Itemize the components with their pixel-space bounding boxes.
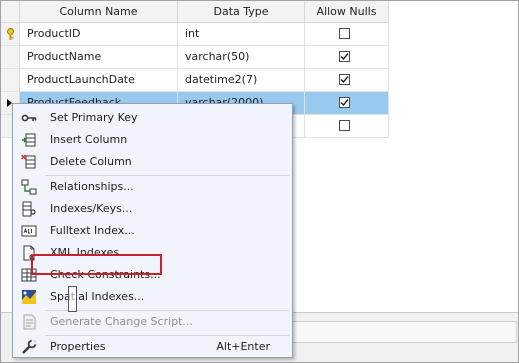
menu-item-shortcut: Alt+Enter [216,340,270,353]
menu-item-set-primary-key[interactable]: Set Primary Key [15,107,290,129]
text-cursor-icon [68,286,77,312]
menu-item-label: Insert Column [50,133,128,146]
header-column-name[interactable]: Column Name [20,1,178,23]
menu-item-label: Generate Change Script... [50,315,193,328]
data-type-cell[interactable]: datetime2(7) [178,69,305,92]
grid-header: Column Name Data Type Allow Nulls [1,1,389,23]
allow-nulls-cell [305,46,389,69]
table-row[interactable]: ProductID int [1,23,389,46]
menu-item-label: Spatial Indexes... [50,290,145,303]
allow-nulls-checkbox[interactable] [339,74,350,85]
primary-key-icon [7,28,14,40]
column-name-cell[interactable]: ProductID [20,23,178,46]
context-menu: Set Primary Key Insert Column Delete Col… [12,103,293,358]
row-selector[interactable] [1,69,20,92]
menu-item-relationships[interactable]: Relationships... [15,176,290,198]
relationships-icon [21,179,37,195]
menu-item-properties[interactable]: Properties Alt+Enter [15,336,290,358]
menu-item-spatial-indexes[interactable]: Spatial Indexes... [15,286,290,308]
check-icon [340,76,349,84]
table-row[interactable]: ProductLaunchDate datetime2(7) [1,69,389,92]
spatial-indexes-icon [22,290,36,304]
allow-nulls-cell [305,115,389,138]
check-icon [340,53,349,61]
header-data-type[interactable]: Data Type [178,1,305,23]
row-selector[interactable] [1,46,20,69]
header-allow-nulls[interactable]: Allow Nulls [305,1,389,23]
menu-item-generate-change-script: Generate Change Script... [15,311,290,333]
menu-item-label: Relationships... [50,180,134,193]
data-type-cell[interactable]: varchar(50) [178,46,305,69]
row-selector[interactable] [1,23,20,46]
column-name-cell[interactable]: ProductName [20,46,178,69]
menu-item-label: Properties [50,340,106,353]
key-icon [21,114,37,122]
allow-nulls-checkbox[interactable] [339,97,350,108]
fulltext-index-icon [21,225,37,237]
allow-nulls-checkbox[interactable] [339,120,350,131]
column-name-cell[interactable]: ProductLaunchDate [20,69,178,92]
menu-item-indexes-keys[interactable]: Indexes/Keys... [15,198,290,220]
menu-item-delete-column[interactable]: Delete Column [15,151,290,173]
menu-item-label: Fulltext Index... [50,224,135,237]
menu-item-label: Delete Column [50,155,132,168]
insert-column-icon [22,133,36,147]
allow-nulls-checkbox[interactable] [339,28,350,39]
header-selector [1,1,20,23]
allow-nulls-cell [305,92,389,115]
menu-item-fulltext-index[interactable]: Fulltext Index... [15,220,290,242]
wrench-icon [22,339,37,354]
data-type-cell[interactable]: int [178,23,305,46]
table-row[interactable]: ProductName varchar(50) [1,46,389,69]
allow-nulls-cell [305,69,389,92]
generate-script-icon [23,314,36,330]
menu-item-insert-column[interactable]: Insert Column [15,129,290,151]
menu-item-label: Set Primary Key [50,111,138,124]
delete-column-icon [21,154,36,169]
allow-nulls-checkbox[interactable] [339,51,350,62]
delete-column-highlight-box [31,254,162,275]
check-icon [340,99,349,107]
menu-item-label: Indexes/Keys... [50,202,133,215]
allow-nulls-cell [305,23,389,46]
indexes-keys-icon [22,201,36,217]
